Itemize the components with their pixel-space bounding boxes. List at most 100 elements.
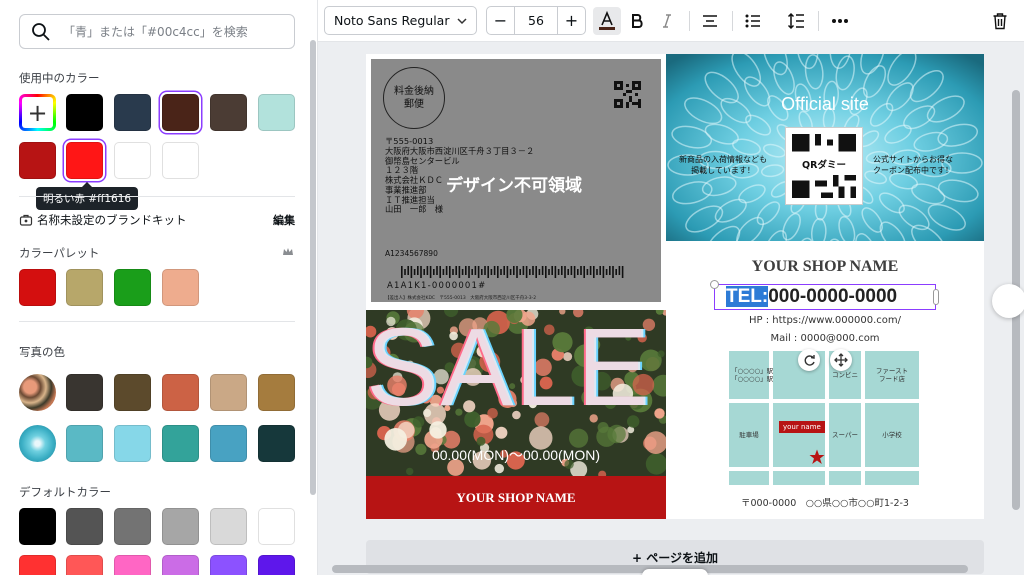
color-search-box[interactable] (19, 14, 295, 49)
homepage-url: HP : https://www.000000.com/ (749, 315, 901, 326)
official-site-panel[interactable]: Official site QRダミー 新商品の入荷情報なども 掲載しています！… (666, 54, 984, 241)
photo-swatch[interactable] (66, 425, 103, 462)
barcode-bar (458, 266, 461, 278)
photo-swatch[interactable] (258, 374, 295, 411)
panel-scrollbar[interactable] (310, 40, 316, 495)
trash-icon (993, 13, 1007, 30)
photo-swatch[interactable] (162, 425, 199, 462)
in-use-swatch[interactable] (66, 94, 103, 131)
font-family-select[interactable]: Noto Sans Regular (324, 6, 477, 35)
tel-text[interactable]: TEL:000-0000-0000 (726, 286, 897, 308)
map-block (773, 471, 825, 485)
resize-handle[interactable] (710, 280, 719, 289)
map-block (865, 471, 919, 485)
in-use-swatch[interactable] (66, 142, 103, 179)
barcode-bar (429, 266, 432, 278)
brand-kit-label: 名称未設定のブランドキット (37, 213, 187, 227)
barcode-bar (545, 266, 547, 278)
default-swatch[interactable] (114, 555, 151, 575)
add-color-button[interactable]: + (19, 94, 56, 131)
toolbar-separator (818, 11, 819, 31)
color-search-input[interactable] (63, 24, 288, 39)
customer-code: A1234567890 (385, 249, 438, 258)
barcode-bar (442, 269, 445, 275)
palette-swatch[interactable] (19, 269, 56, 306)
side-panel-toggle[interactable] (992, 284, 1024, 318)
default-swatch[interactable] (66, 508, 103, 545)
palette-swatch[interactable] (114, 269, 151, 306)
map-fastfood: ファースト フード店 (865, 351, 919, 399)
list-button[interactable] (739, 7, 767, 35)
in-use-swatch[interactable] (258, 94, 295, 131)
italic-button[interactable] (653, 7, 681, 35)
barcode-bar (538, 269, 541, 275)
design-page[interactable]: 料金後納 郵便 〒555-0013 大阪府大阪市西淀川区千舟３丁目３－２ 御幣島… (366, 54, 984, 519)
barcode-bar (509, 269, 512, 275)
barcode-bar (439, 266, 441, 278)
photo-swatch-flowers[interactable] (19, 374, 56, 411)
barcode-bar (500, 269, 502, 275)
default-swatch[interactable] (114, 508, 151, 545)
delete-button[interactable] (986, 7, 1014, 35)
in-use-swatch[interactable] (162, 94, 199, 131)
default-swatch[interactable] (258, 555, 295, 575)
barcode-bar (525, 266, 528, 278)
photo-swatch[interactable] (114, 425, 151, 462)
in-use-swatch[interactable] (114, 142, 151, 179)
shop-name-heading[interactable]: YOUR SHOP NAME (666, 258, 984, 276)
default-swatch[interactable] (19, 555, 56, 575)
default-swatch[interactable] (162, 508, 199, 545)
align-center-icon (703, 15, 717, 27)
no-design-area[interactable]: 料金後納 郵便 〒555-0013 大阪府大阪市西淀川区千舟３丁目３－２ 御幣島… (371, 59, 661, 302)
default-swatch[interactable] (258, 508, 295, 545)
text-color-button[interactable] (593, 7, 621, 35)
sale-panel[interactable]: SALE 00.00(MON)〜00.00(MON) YOUR SHOP NAM… (366, 310, 666, 519)
barcode-bar (519, 269, 521, 275)
resize-handle[interactable] (933, 289, 939, 305)
font-size-decrease-button[interactable]: − (487, 7, 514, 34)
color-panel: 使用中のカラー + 明るい赤 #ff1616 名称未設定のブランドキット 編集 … (0, 0, 318, 575)
palette-swatch[interactable] (66, 269, 103, 306)
barcode-bar (468, 266, 470, 278)
barcode-bar (477, 266, 480, 278)
default-swatch[interactable] (19, 508, 56, 545)
photo-swatch[interactable] (66, 374, 103, 411)
photo-swatch-dahlia[interactable] (19, 425, 56, 462)
palette-swatch[interactable] (162, 269, 199, 306)
photo-swatch[interactable] (162, 374, 199, 411)
map-parking: 駐車場 (729, 403, 769, 467)
in-use-swatch[interactable] (114, 94, 151, 131)
photo-swatch[interactable] (258, 425, 295, 462)
divider (19, 196, 295, 197)
bottom-panel-handle[interactable] (642, 569, 708, 575)
bold-button[interactable] (623, 7, 651, 35)
font-size-increase-button[interactable]: + (558, 7, 585, 34)
map-super: スーパー (829, 403, 861, 467)
default-swatch[interactable] (210, 555, 247, 575)
in-use-swatch[interactable] (19, 142, 56, 179)
barcode-text: A1A1K1-0000001# (387, 281, 487, 291)
in-use-swatch[interactable] (162, 142, 199, 179)
barcode-bar (461, 269, 464, 275)
default-swatch[interactable] (66, 555, 103, 575)
barcode-bar (522, 266, 525, 275)
move-arrows-icon (834, 353, 848, 367)
in-use-swatch[interactable] (210, 94, 247, 131)
font-size-input[interactable]: 56 (514, 7, 558, 34)
bold-icon (632, 14, 643, 28)
barcode-bar (618, 266, 621, 275)
barcode-bar (554, 266, 557, 278)
photo-swatch[interactable] (114, 374, 151, 411)
align-center-button[interactable] (696, 7, 724, 35)
default-swatch[interactable] (210, 508, 247, 545)
more-options-button[interactable] (826, 7, 854, 35)
brand-kit-edit-link[interactable]: 編集 (273, 212, 295, 228)
default-swatch[interactable] (162, 555, 199, 575)
move-button[interactable] (830, 349, 852, 371)
shop-info-panel[interactable]: YOUR SHOP NAME TEL:000-0000-0000 HP : ht… (666, 246, 984, 519)
photo-swatch[interactable] (210, 374, 247, 411)
photo-swatch[interactable] (210, 425, 247, 462)
barcode-bar (413, 269, 416, 275)
spacing-button[interactable] (782, 7, 810, 35)
rotate-button[interactable] (798, 349, 820, 371)
